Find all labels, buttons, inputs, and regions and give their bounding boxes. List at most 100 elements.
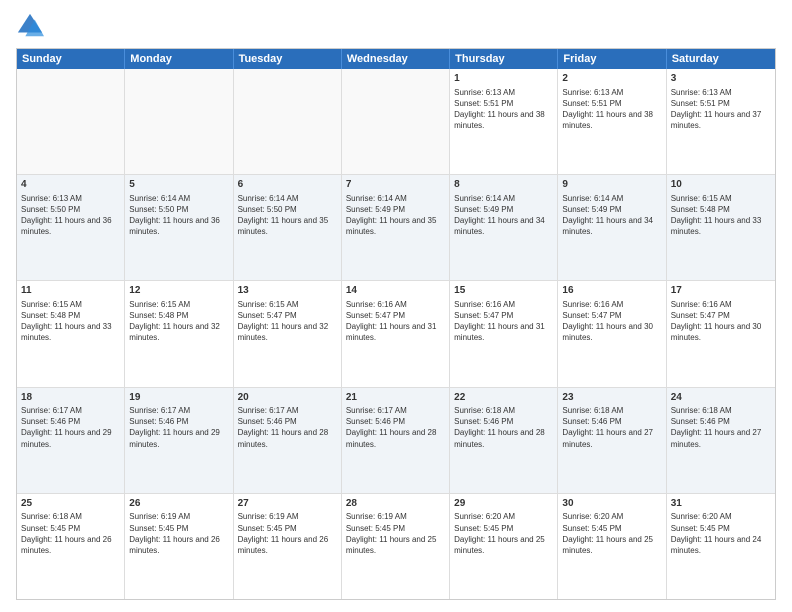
day-number: 17 (671, 284, 771, 298)
day-cell-7: 7Sunrise: 6:14 AMSunset: 5:49 PMDaylight… (342, 175, 450, 280)
cell-info: Sunrise: 6:14 AMSunset: 5:50 PMDaylight:… (129, 193, 228, 238)
cell-info: Sunrise: 6:14 AMSunset: 5:50 PMDaylight:… (238, 193, 337, 238)
day-number: 5 (129, 178, 228, 192)
day-number: 20 (238, 391, 337, 405)
day-number: 4 (21, 178, 120, 192)
cell-info: Sunrise: 6:17 AMSunset: 5:46 PMDaylight:… (238, 405, 337, 450)
calendar-week-1: 1 Sunrise: 6:13 AMSunset: 5:51 PMDaylight… (17, 69, 775, 175)
cell-info: Sunrise: 6:15 AMSunset: 5:47 PMDaylight:… (238, 299, 337, 344)
cell-info: Sunrise: 6:17 AMSunset: 5:46 PMDaylight:… (346, 405, 445, 450)
calendar-week-2: 4Sunrise: 6:13 AMSunset: 5:50 PMDaylight… (17, 175, 775, 281)
day-cell-21: 21Sunrise: 6:17 AMSunset: 5:46 PMDayligh… (342, 388, 450, 493)
day-number: 26 (129, 497, 228, 511)
calendar-week-3: 11Sunrise: 6:15 AMSunset: 5:48 PMDayligh… (17, 281, 775, 387)
day-cell-31: 31Sunrise: 6:20 AMSunset: 5:45 PMDayligh… (667, 494, 775, 599)
day-cell-10: 10Sunrise: 6:15 AMSunset: 5:48 PMDayligh… (667, 175, 775, 280)
empty-cell (17, 69, 125, 174)
day-number: 27 (238, 497, 337, 511)
day-number: 31 (671, 497, 771, 511)
cell-info: Sunrise: 6:14 AMSunset: 5:49 PMDaylight:… (562, 193, 661, 238)
day-cell-12: 12Sunrise: 6:15 AMSunset: 5:48 PMDayligh… (125, 281, 233, 386)
cell-info: Sunrise: 6:13 AMSunset: 5:51 PMDaylight:… (562, 87, 661, 132)
day-header-friday: Friday (558, 49, 666, 69)
day-cell-17: 17Sunrise: 6:16 AMSunset: 5:47 PMDayligh… (667, 281, 775, 386)
day-number: 22 (454, 391, 553, 405)
day-number: 14 (346, 284, 445, 298)
day-cell-16: 16Sunrise: 6:16 AMSunset: 5:47 PMDayligh… (558, 281, 666, 386)
day-number: 2 (562, 72, 661, 86)
day-cell-15: 15Sunrise: 6:16 AMSunset: 5:47 PMDayligh… (450, 281, 558, 386)
cell-info: Sunrise: 6:17 AMSunset: 5:46 PMDaylight:… (129, 405, 228, 450)
day-cell-30: 30Sunrise: 6:20 AMSunset: 5:45 PMDayligh… (558, 494, 666, 599)
cell-info: Sunrise: 6:20 AMSunset: 5:45 PMDaylight:… (671, 511, 771, 556)
day-header-monday: Monday (125, 49, 233, 69)
empty-cell (125, 69, 233, 174)
day-cell-19: 19Sunrise: 6:17 AMSunset: 5:46 PMDayligh… (125, 388, 233, 493)
day-cell-25: 25Sunrise: 6:18 AMSunset: 5:45 PMDayligh… (17, 494, 125, 599)
day-number: 18 (21, 391, 120, 405)
day-number: 28 (346, 497, 445, 511)
day-cell-24: 24Sunrise: 6:18 AMSunset: 5:46 PMDayligh… (667, 388, 775, 493)
cell-info: Sunrise: 6:16 AMSunset: 5:47 PMDaylight:… (346, 299, 445, 344)
day-cell-1: 1Sunrise: 6:13 AMSunset: 5:51 PMDaylight… (450, 69, 558, 174)
cell-info: Sunrise: 6:13 AMSunset: 5:50 PMDaylight:… (21, 193, 120, 238)
cell-info: Sunrise: 6:16 AMSunset: 5:47 PMDaylight:… (454, 299, 553, 344)
day-cell-5: 5Sunrise: 6:14 AMSunset: 5:50 PMDaylight… (125, 175, 233, 280)
cell-info: Sunrise: 6:14 AMSunset: 5:49 PMDaylight:… (454, 193, 553, 238)
day-number: 21 (346, 391, 445, 405)
cell-info: Sunrise: 6:18 AMSunset: 5:46 PMDaylight:… (671, 405, 771, 450)
cell-info: Sunrise: 6:18 AMSunset: 5:46 PMDaylight:… (454, 405, 553, 450)
day-cell-4: 4Sunrise: 6:13 AMSunset: 5:50 PMDaylight… (17, 175, 125, 280)
logo-icon (16, 12, 44, 40)
day-cell-18: 18Sunrise: 6:17 AMSunset: 5:46 PMDayligh… (17, 388, 125, 493)
calendar: SundayMondayTuesdayWednesdayThursdayFrid… (16, 48, 776, 600)
day-number: 10 (671, 178, 771, 192)
day-number: 12 (129, 284, 228, 298)
day-number: 13 (238, 284, 337, 298)
empty-cell (234, 69, 342, 174)
cell-info: Sunrise: 6:18 AMSunset: 5:46 PMDaylight:… (562, 405, 661, 450)
day-cell-29: 29Sunrise: 6:20 AMSunset: 5:45 PMDayligh… (450, 494, 558, 599)
day-number: 3 (671, 72, 771, 86)
day-header-sunday: Sunday (17, 49, 125, 69)
cell-info: Sunrise: 6:18 AMSunset: 5:45 PMDaylight:… (21, 511, 120, 556)
cell-info: Sunrise: 6:15 AMSunset: 5:48 PMDaylight:… (129, 299, 228, 344)
cell-info: Sunrise: 6:13 AMSunset: 5:51 PMDaylight:… (671, 87, 771, 132)
day-cell-20: 20Sunrise: 6:17 AMSunset: 5:46 PMDayligh… (234, 388, 342, 493)
day-cell-26: 26Sunrise: 6:19 AMSunset: 5:45 PMDayligh… (125, 494, 233, 599)
cell-info: Sunrise: 6:14 AMSunset: 5:49 PMDaylight:… (346, 193, 445, 238)
header (16, 12, 776, 40)
day-number: 9 (562, 178, 661, 192)
cell-info: Sunrise: 6:19 AMSunset: 5:45 PMDaylight:… (346, 511, 445, 556)
cell-info: Sunrise: 6:16 AMSunset: 5:47 PMDaylight:… (562, 299, 661, 344)
day-cell-28: 28Sunrise: 6:19 AMSunset: 5:45 PMDayligh… (342, 494, 450, 599)
day-cell-27: 27Sunrise: 6:19 AMSunset: 5:45 PMDayligh… (234, 494, 342, 599)
empty-cell (342, 69, 450, 174)
logo (16, 12, 48, 40)
day-number: 25 (21, 497, 120, 511)
day-number: 6 (238, 178, 337, 192)
day-cell-6: 6Sunrise: 6:14 AMSunset: 5:50 PMDaylight… (234, 175, 342, 280)
cell-info: Sunrise: 6:20 AMSunset: 5:45 PMDaylight:… (562, 511, 661, 556)
cell-info: Sunrise: 6:15 AMSunset: 5:48 PMDaylight:… (21, 299, 120, 344)
day-number: 16 (562, 284, 661, 298)
day-number: 15 (454, 284, 553, 298)
day-number: 7 (346, 178, 445, 192)
cell-info: Sunrise: 6:16 AMSunset: 5:47 PMDaylight:… (671, 299, 771, 344)
day-cell-2: 2Sunrise: 6:13 AMSunset: 5:51 PMDaylight… (558, 69, 666, 174)
cell-info: Sunrise: 6:17 AMSunset: 5:46 PMDaylight:… (21, 405, 120, 450)
calendar-header: SundayMondayTuesdayWednesdayThursdayFrid… (17, 49, 775, 69)
day-number: 29 (454, 497, 553, 511)
day-cell-8: 8Sunrise: 6:14 AMSunset: 5:49 PMDaylight… (450, 175, 558, 280)
cell-info: Sunrise: 6:20 AMSunset: 5:45 PMDaylight:… (454, 511, 553, 556)
cell-info: Sunrise: 6:19 AMSunset: 5:45 PMDaylight:… (129, 511, 228, 556)
day-number: 1 (454, 72, 553, 86)
day-cell-9: 9Sunrise: 6:14 AMSunset: 5:49 PMDaylight… (558, 175, 666, 280)
day-header-saturday: Saturday (667, 49, 775, 69)
day-cell-11: 11Sunrise: 6:15 AMSunset: 5:48 PMDayligh… (17, 281, 125, 386)
day-cell-23: 23Sunrise: 6:18 AMSunset: 5:46 PMDayligh… (558, 388, 666, 493)
day-number: 23 (562, 391, 661, 405)
day-header-thursday: Thursday (450, 49, 558, 69)
calendar-body: 1 Sunrise: 6:13 AMSunset: 5:51 PMDaylight… (17, 69, 775, 599)
day-number: 30 (562, 497, 661, 511)
